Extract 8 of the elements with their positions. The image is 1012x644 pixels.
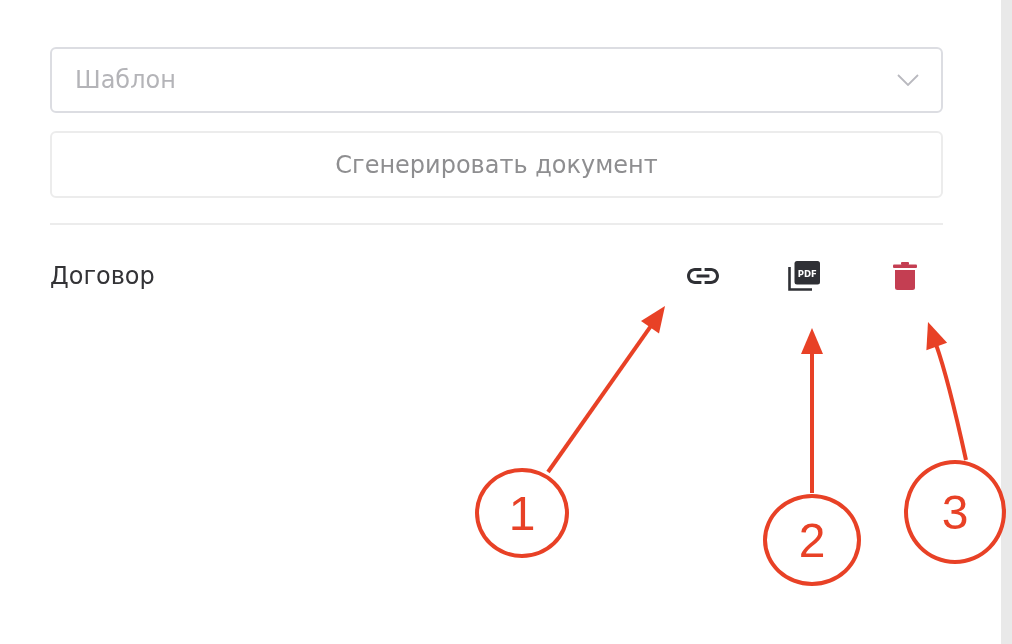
trash-icon bbox=[893, 262, 917, 290]
link-icon bbox=[687, 268, 719, 284]
number-callout: 2 bbox=[763, 494, 861, 586]
number-callout: 3 bbox=[904, 460, 1006, 564]
document-name: Договор bbox=[50, 262, 156, 290]
chevron-down-icon bbox=[897, 74, 919, 86]
template-select[interactable]: Шаблон bbox=[50, 47, 943, 113]
number-callout: 1 bbox=[475, 468, 569, 558]
